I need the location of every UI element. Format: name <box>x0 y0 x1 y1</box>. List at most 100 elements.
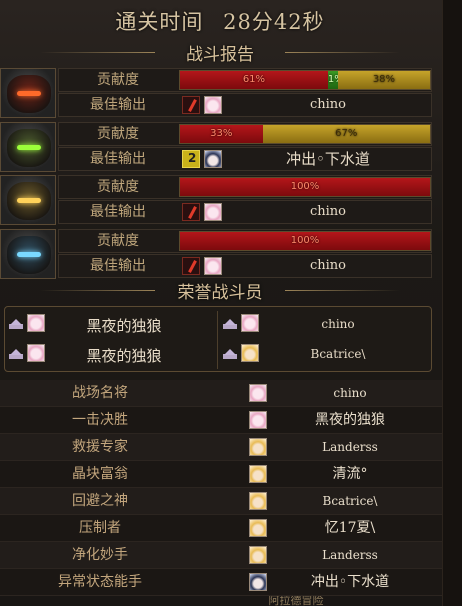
award-title: 压制者 <box>79 520 121 536</box>
avatar-icon[interactable] <box>204 96 222 114</box>
best-output-cell: chino <box>179 202 431 222</box>
best-output-label: 最佳输出 <box>90 258 146 274</box>
avatar-icon[interactable] <box>249 411 267 429</box>
award-player-name: Landerss <box>322 548 378 562</box>
honor-header: 荣誉战斗员 <box>0 278 440 303</box>
avatar-icon[interactable] <box>204 203 222 221</box>
contribution-row: 贡献度 33% 67% <box>58 122 432 146</box>
avatar-icon[interactable] <box>249 465 267 483</box>
red-blade-icon[interactable] <box>182 257 200 275</box>
avatar-icon[interactable] <box>249 384 267 402</box>
player-row: 贡献度 33%67% 最佳输出 冲出◦下水道 <box>0 122 440 174</box>
footer-text: 阿拉德冒险 <box>268 596 324 606</box>
contribution-row: 贡献度 100% <box>58 229 432 253</box>
battle-report-header: 战斗报告 <box>0 40 440 65</box>
best-output-cell: chino <box>179 256 431 276</box>
honor-entry[interactable]: chino <box>223 311 428 341</box>
contribution-segment: 38% <box>337 71 430 89</box>
gold-knight-icon[interactable] <box>0 175 56 225</box>
best-output-label: 最佳输出 <box>90 204 146 220</box>
clear-time-label: 通关时间 <box>115 10 204 34</box>
red-blade-icon[interactable] <box>182 203 200 221</box>
avatar-icon[interactable] <box>249 546 267 564</box>
contribution-segment: 100% <box>180 232 430 250</box>
crown-icon <box>9 349 23 359</box>
award-row: 回避之神 Bcatrice\ <box>0 488 442 515</box>
award-player-name: 黑夜的独狼 <box>315 412 385 428</box>
best-output-label: 最佳输出 <box>90 151 146 167</box>
contribution-bar: 61% 1% 38% <box>179 70 431 90</box>
award-player-name: Bcatrice\ <box>322 494 378 508</box>
dark-knight-red-icon[interactable] <box>0 68 56 118</box>
contribution-segment: 1% <box>327 71 344 89</box>
avatar-icon[interactable] <box>241 314 259 332</box>
red-blade-icon[interactable] <box>182 96 200 114</box>
best-output-label: 最佳输出 <box>90 97 146 113</box>
contribution-row: 贡献度 100% <box>58 175 432 199</box>
avatar-icon[interactable] <box>204 257 222 275</box>
avatar-icon[interactable] <box>249 492 267 510</box>
honor-entry[interactable]: Bcatrice\ <box>223 341 428 371</box>
best-output-cell: chino <box>179 95 431 115</box>
avatar-icon[interactable] <box>204 150 222 168</box>
award-player-name: Landerss <box>322 440 378 454</box>
contribution-segment: 33% <box>180 125 263 143</box>
award-title: 救援专家 <box>72 439 128 455</box>
honor-player-name: 黑夜的独狼 <box>86 347 162 365</box>
award-title: 晶块富翁 <box>72 466 128 482</box>
award-row: 战场名将 chino <box>0 380 442 407</box>
contribution-segment: 100% <box>180 178 430 196</box>
contribution-bar: 100% <box>179 231 431 251</box>
award-row: 压制者 忆17夏\ <box>0 515 442 542</box>
contribution-segment: 61% <box>180 71 328 89</box>
best-output-cell: 冲出◦下水道 <box>179 149 431 169</box>
result-panel: 通关时间 28分42秒 战斗报告 贡献度 61% 1% 38% 最佳输出 chino 贡献度… <box>0 0 462 606</box>
honor-player-name: chino <box>321 317 355 331</box>
award-title: 战场名将 <box>72 385 128 401</box>
honor-player-name: 黑夜的独狼 <box>86 317 162 335</box>
contribution-segment: 67% <box>262 125 430 143</box>
player-row: 贡献度 100% 最佳输出 chino <box>0 229 440 281</box>
best-output-player-name: 冲出◦下水道 <box>286 150 370 168</box>
award-title: 异常状态能手 <box>58 574 142 590</box>
award-player-name: 清流° <box>332 466 368 482</box>
honor-entry[interactable]: 黑夜的独狼 <box>9 341 214 371</box>
gold-skill-icon[interactable] <box>182 150 200 168</box>
green-mech-icon[interactable] <box>0 122 56 172</box>
contribution-label: 贡献度 <box>97 126 139 142</box>
award-row: 净化妙手 Landerss <box>0 542 442 569</box>
crown-icon <box>223 349 237 359</box>
avatar-icon[interactable] <box>249 519 267 537</box>
avatar-icon[interactable] <box>249 573 267 591</box>
blue-knight-icon[interactable] <box>0 229 56 279</box>
best-output-row: 最佳输出 chino <box>58 254 432 278</box>
honor-divider <box>217 311 218 369</box>
avatar-icon[interactable] <box>27 314 45 332</box>
award-player-name: chino <box>333 386 367 400</box>
contribution-label: 贡献度 <box>97 233 139 249</box>
award-title: 一击决胜 <box>72 412 128 428</box>
award-title: 净化妙手 <box>72 547 128 563</box>
award-row: 救援专家 Landerss <box>0 434 442 461</box>
scrollbar-track[interactable] <box>442 0 462 606</box>
player-row: 贡献度 61% 1% 38% 最佳输出 chino <box>0 68 440 120</box>
contribution-bar: 100% <box>179 177 431 197</box>
best-output-row: 最佳输出 chino <box>58 93 432 117</box>
best-output-player-name: chino <box>309 204 346 219</box>
player-row: 贡献度 100% 最佳输出 chino <box>0 175 440 227</box>
award-title: 回避之神 <box>72 493 128 509</box>
award-player-name: 忆17夏\ <box>324 520 376 536</box>
avatar-icon[interactable] <box>249 438 267 456</box>
avatar-icon[interactable] <box>27 344 45 362</box>
honor-entry[interactable]: 黑夜的独狼 <box>9 311 214 341</box>
award-player-name: 冲出◦下水道 <box>310 574 390 590</box>
contribution-bar: 33% 67% <box>179 124 431 144</box>
best-output-row: 最佳输出 冲出◦下水道 <box>58 147 432 171</box>
award-row: 一击决胜 黑夜的独狼 <box>0 407 442 434</box>
crown-icon <box>9 319 23 329</box>
honor-player-name: Bcatrice\ <box>310 347 366 361</box>
avatar-icon[interactable] <box>241 344 259 362</box>
honor-box: 黑夜的独狼 chino 黑夜的独狼 Bcatrice\ <box>4 306 432 372</box>
best-output-player-name: chino <box>309 258 346 273</box>
best-output-player-name: chino <box>309 97 346 112</box>
